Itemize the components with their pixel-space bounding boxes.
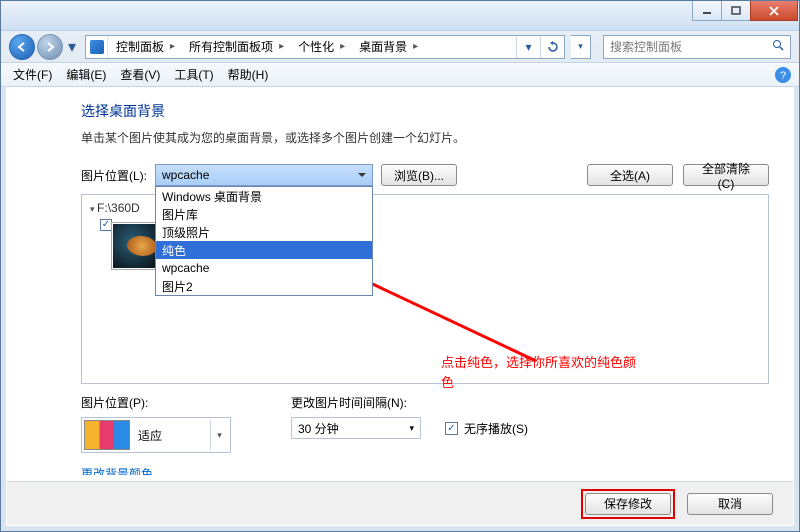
page-title: 选择桌面背景 [81,101,769,121]
picture-location-combobox[interactable]: wpcache [155,164,373,186]
menu-file[interactable]: 文件(F) [7,64,58,85]
change-background-color-link[interactable]: 更改背景颜色 [81,465,153,475]
help-icon[interactable]: ? [773,65,793,85]
chevron-down-icon: ▾ [409,423,414,434]
picture-position-dropdown[interactable]: 适应 ▾ [81,417,231,453]
annotation-highlight-box: 保存修改 [581,489,675,519]
search-input[interactable]: 搜索控制面板 [603,35,791,59]
breadcrumb-seg-4[interactable]: 桌面背景 [351,36,424,58]
nav-forward-button[interactable] [37,34,63,60]
dropdown-option[interactable]: 顶级照片 [156,223,372,241]
toolbar: ▾ 控制面板 所有控制面板项 个性化 桌面背景 ▾ ▾ 搜索控制面板 [1,31,799,63]
dropdown-option-selected[interactable]: 纯色 [156,241,372,259]
refresh-button[interactable] [540,36,564,58]
picture-location-dropdown-list: Windows 桌面背景 图片库 顶级照片 纯色 wpcache 图片2 [155,186,373,296]
menu-edit[interactable]: 编辑(E) [60,64,112,85]
menu-help[interactable]: 帮助(H) [222,64,275,85]
minimize-button[interactable] [692,1,722,21]
dropdown-option[interactable]: 图片库 [156,205,372,223]
shuffle-label: 无序播放(S) [464,420,528,437]
dropdown-option[interactable]: wpcache [156,259,372,277]
save-button[interactable]: 保存修改 [585,493,671,515]
interval-value: 30 分钟 [298,420,339,437]
search-placeholder: 搜索控制面板 [610,38,682,55]
window-root: ▾ 控制面板 所有控制面板项 个性化 桌面背景 ▾ ▾ 搜索控制面板 文件(F)… [0,0,800,532]
picture-location-label: 图片位置(L): [81,167,147,184]
search-icon [772,39,784,54]
breadcrumb-seg-1[interactable]: 控制面板 [108,36,181,58]
svg-text:?: ? [780,70,786,82]
breadcrumb-seg-2[interactable]: 所有控制面板项 [181,36,290,58]
browse-button[interactable]: 浏览(B)... [381,164,457,186]
chevron-down-icon: ▾ [210,420,228,450]
breadcrumb-seg-3[interactable]: 个性化 [290,36,351,58]
close-button[interactable] [750,1,798,21]
cancel-button[interactable]: 取消 [687,493,773,515]
menubar: 文件(F) 编辑(E) 查看(V) 工具(T) 帮助(H) ? [1,63,799,87]
nav-history-dropdown[interactable]: ▾ [65,37,79,57]
fit-value: 适应 [130,427,210,444]
footer-bar: 保存修改 取消 [7,481,793,525]
shuffle-checkbox-row[interactable]: ✓ 无序播放(S) [445,420,528,437]
fit-preview-icon [84,420,130,450]
titlebar [1,1,799,31]
interval-dropdown[interactable]: 30 分钟 ▾ [291,417,421,439]
menu-tools[interactable]: 工具(T) [168,64,219,85]
dropdown-option[interactable]: 图片2 [156,277,372,295]
content-area: 选择桌面背景 单击某个图片使其成为您的桌面背景，或选择多个图片创建一个幻灯片。 … [11,93,789,475]
dropdown-option[interactable]: Windows 桌面背景 [156,187,372,205]
menu-view[interactable]: 查看(V) [114,64,166,85]
address-history-button[interactable]: ▾ [571,35,591,59]
shuffle-checkbox[interactable]: ✓ [445,422,458,435]
page-description: 单击某个图片使其成为您的桌面背景，或选择多个图片创建一个幻灯片。 [81,129,769,146]
control-panel-icon [86,36,108,58]
maximize-button[interactable] [721,1,751,21]
gallery-group-label[interactable]: F:\360D [90,201,140,215]
clear-all-button[interactable]: 全部清除(C) [683,164,769,186]
address-dropdown-icon[interactable]: ▾ [516,36,540,58]
interval-label: 更改图片时间间隔(N): [291,394,528,411]
nav-back-button[interactable] [9,34,35,60]
select-all-button[interactable]: 全选(A) [587,164,673,186]
breadcrumb[interactable]: 控制面板 所有控制面板项 个性化 桌面背景 ▾ [85,35,565,59]
combobox-current-value: wpcache [162,168,209,182]
annotation-text: 点击纯色，选择你所喜欢的纯色颜色 [441,353,641,392]
thumbnail-checkbox[interactable]: ✓ [100,219,112,231]
picture-position-label: 图片位置(P): [81,394,231,411]
